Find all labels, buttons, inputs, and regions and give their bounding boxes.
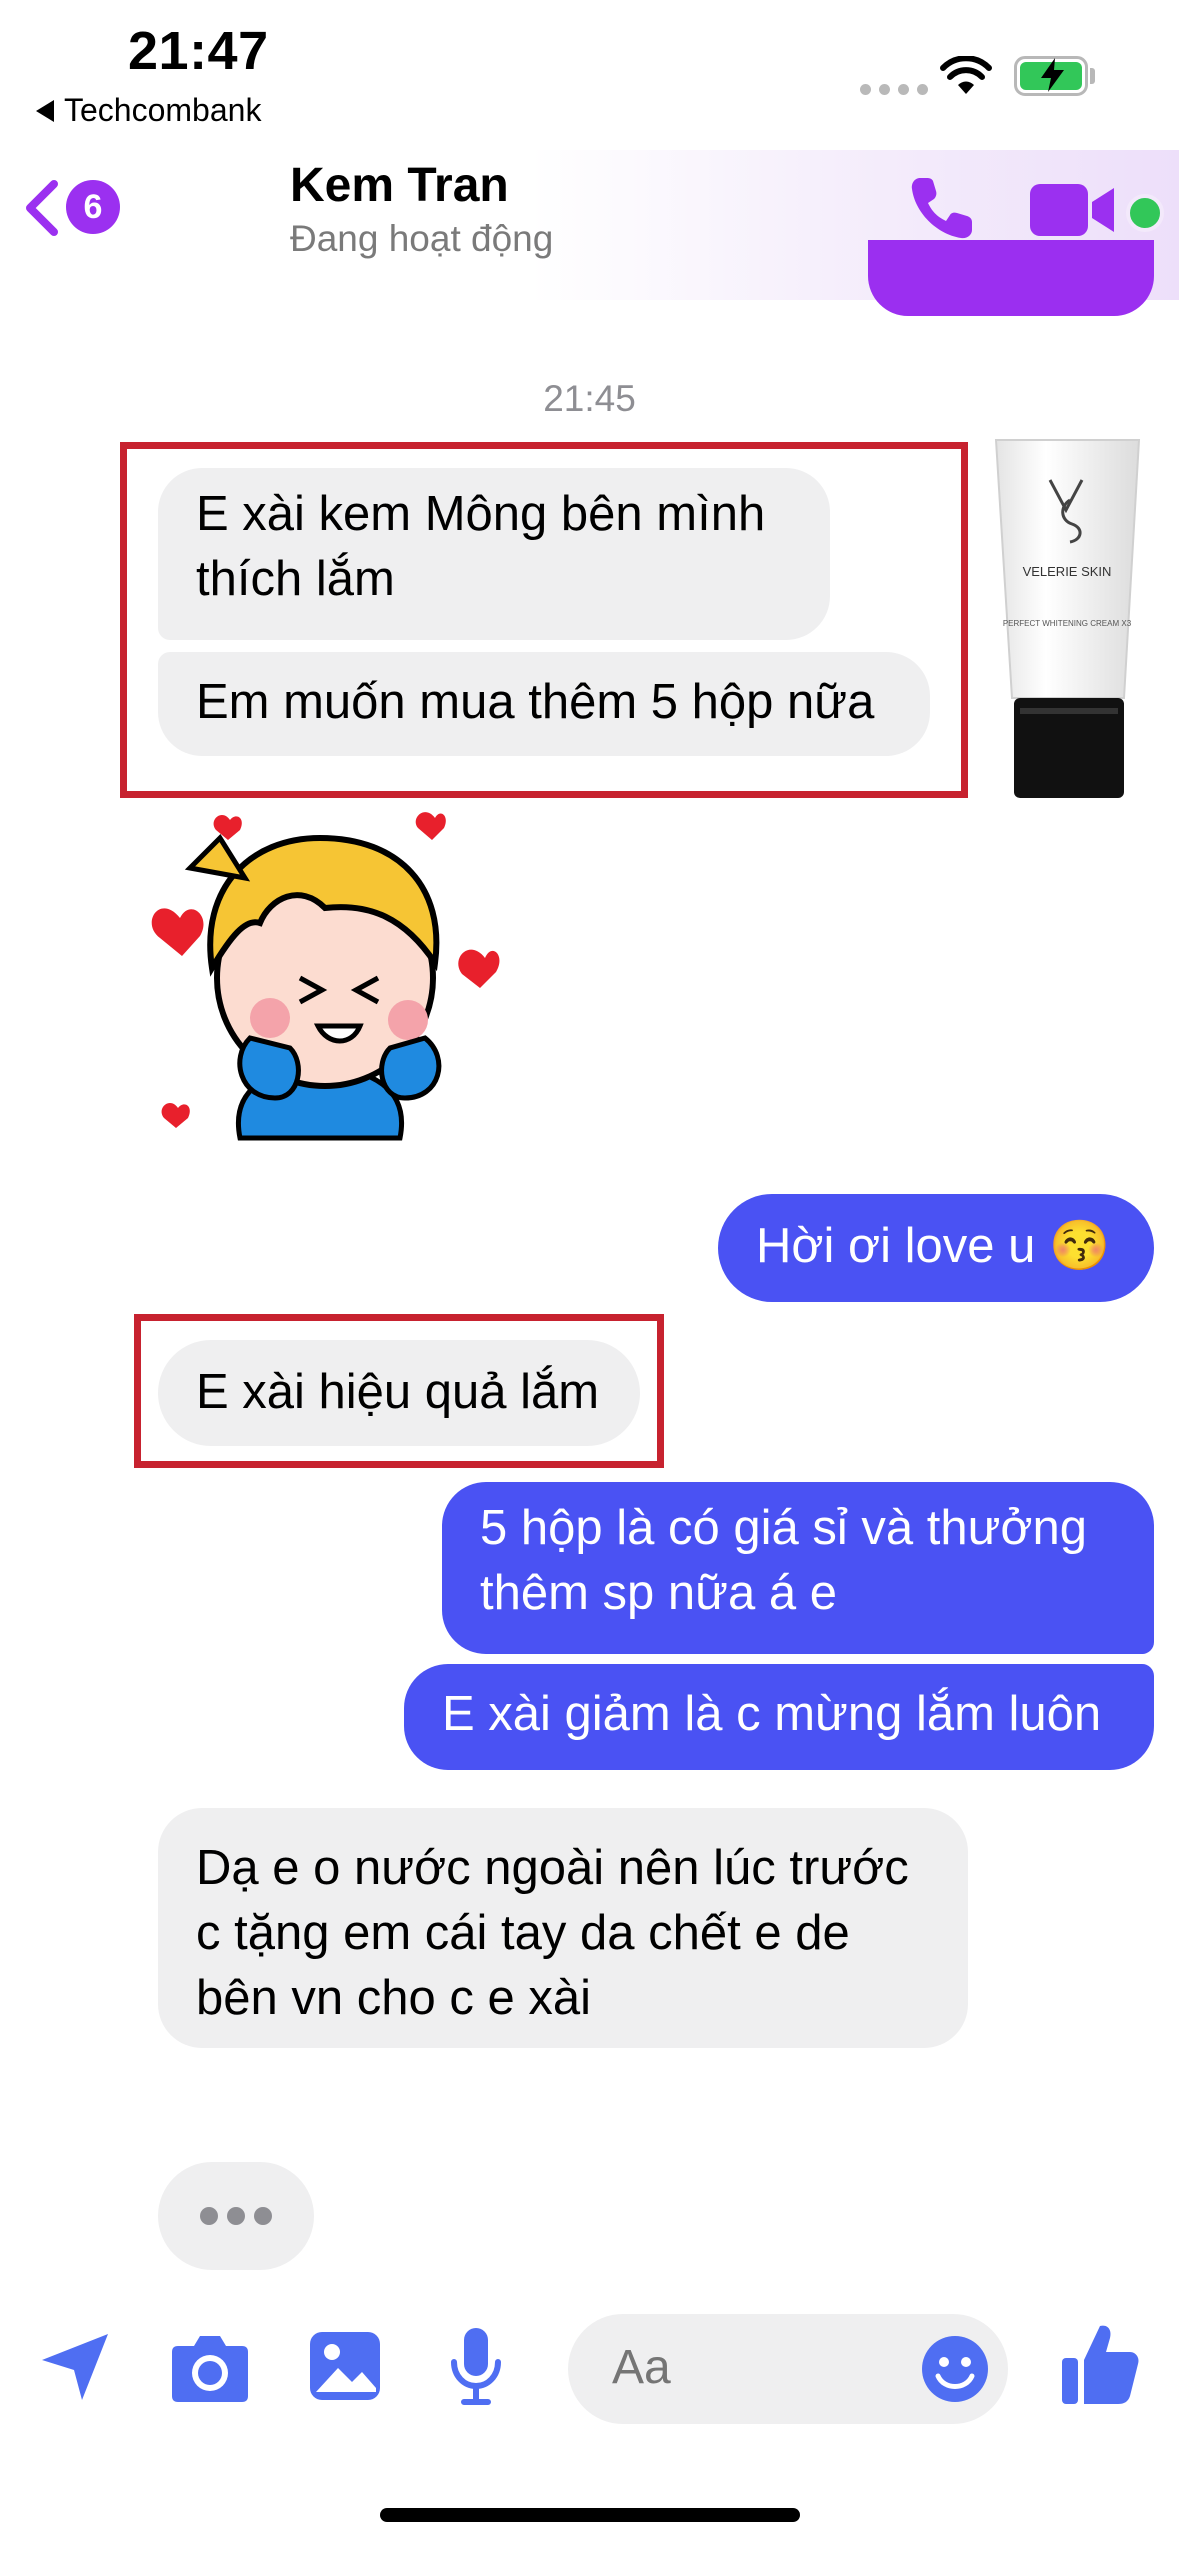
battery-nub [1090,68,1095,84]
camera-icon[interactable] [170,2328,250,2404]
back-chevron-icon [26,180,58,236]
message-input[interactable] [612,2340,892,2395]
phone-icon[interactable] [906,172,978,244]
product-name: PERFECT WHITENING CREAM X3 [1003,619,1132,628]
contact-status: Đang hoạt động [290,218,554,259]
gallery-icon[interactable] [308,2330,382,2402]
sticker-image[interactable] [150,798,530,1158]
highlight-box [134,1314,664,1468]
outgoing-message[interactable]: Hời ơi love u 😚 [718,1194,1154,1302]
battery-icon [1014,56,1088,96]
contact-name[interactable]: Kem Tran [290,158,509,213]
send-icon[interactable] [38,2330,112,2404]
like-icon[interactable] [1060,2322,1140,2406]
message-composer[interactable] [568,2314,1008,2424]
incoming-message[interactable]: Dạ e o nước ngoài nên lúc trước c tặng e… [158,1808,968,2048]
cellular-signal-icon [860,84,928,95]
typing-indicator [158,2162,314,2270]
outgoing-message[interactable]: E xài giảm là c mừng lắm luôn [404,1664,1154,1770]
back-app-label: Techcombank [64,92,262,128]
back-to-app-link[interactable]: Techcombank [36,92,261,129]
video-icon[interactable] [1030,180,1122,240]
message-timestamp: 21:45 [543,378,636,419]
back-triangle-icon [36,99,54,122]
product-image[interactable]: VELERIE SKIN PERFECT WHITENING CREAM X3 [990,436,1145,802]
previous-outgoing-bubble[interactable] [868,240,1154,316]
unread-badge: 6 [66,180,120,234]
home-indicator [380,2508,800,2522]
avatar[interactable] [148,152,274,268]
status-time: 21:47 [128,21,269,81]
product-brand: VELERIE SKIN [1023,564,1112,579]
highlight-box [120,442,968,798]
emoji-icon[interactable] [920,2334,990,2404]
online-status-dot [1126,194,1164,232]
wifi-icon [940,56,992,94]
outgoing-message[interactable]: 5 hộp là có giá sỉ và thưởng thêm sp nữa… [442,1482,1154,1654]
mic-icon[interactable] [446,2326,506,2406]
